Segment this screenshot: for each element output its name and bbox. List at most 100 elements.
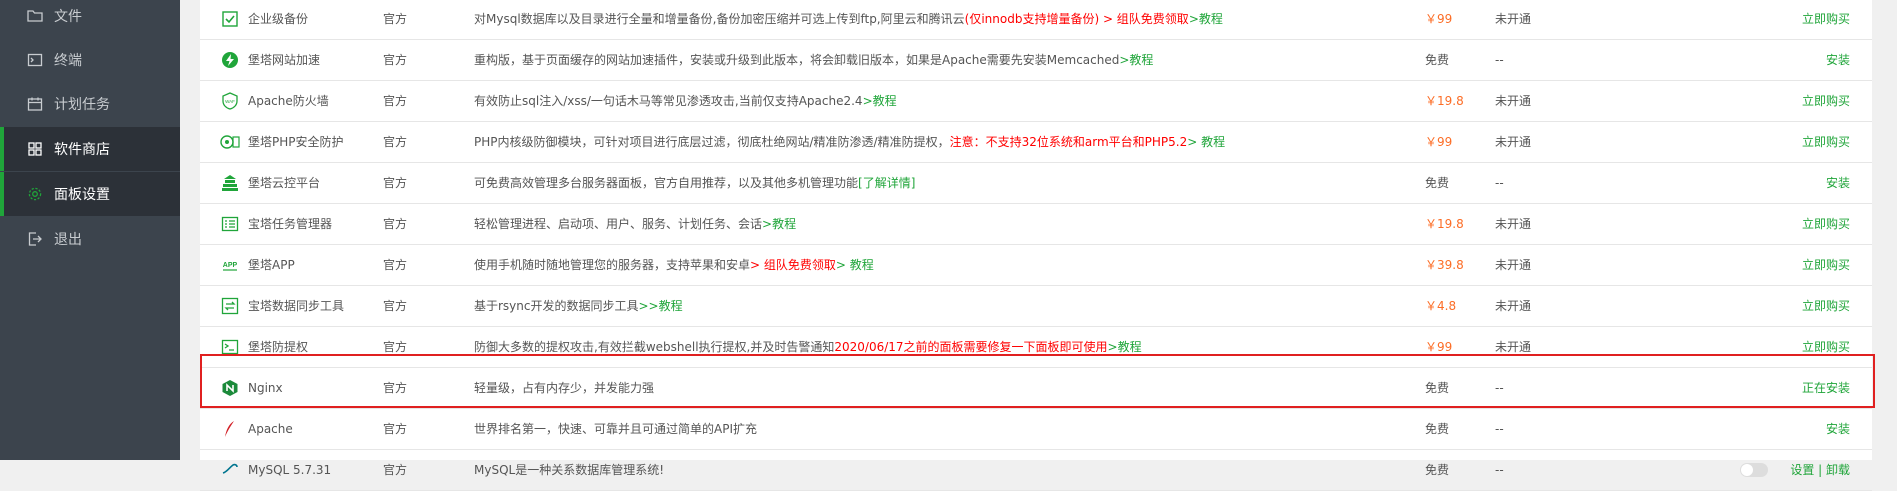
expire-status: -- — [1495, 421, 1504, 436]
price: ￥19.8 — [1425, 217, 1464, 231]
developer: 官方 — [383, 53, 408, 67]
table-row: 堡塔防提权 官方 防御大多数的提权攻击,有效拦截webshell执行提权,并及时告警… — [200, 327, 1872, 368]
action-button[interactable]: 立即购买 — [1802, 81, 1850, 120]
software-list-panel: 企业级备份 官方 对Mysql数据库以及目录进行全量和增量备份,备份加密压缩并可选上… — [200, 0, 1872, 491]
tutorial-link[interactable]: >教程 — [762, 215, 796, 232]
action-label: 立即购买 — [1801, 340, 1850, 354]
expire-status: 未开通 — [1495, 258, 1532, 272]
action-button[interactable]: 设置 | 卸载 — [1740, 450, 1850, 489]
action-button[interactable]: 立即购买 — [1802, 122, 1850, 161]
action-label: 安装 — [1825, 176, 1850, 190]
expire-status: 未开通 — [1495, 340, 1532, 354]
tutorial-link[interactable]: >>教程 — [639, 297, 683, 314]
price: 免费 — [1425, 381, 1450, 395]
developer: 官方 — [383, 12, 408, 26]
description: MySQL是一种关系数据库管理系统! — [474, 450, 664, 489]
table-row: 堡塔云控平台 官方 可免费高效管理多台服务器面板，官方自用推荐，以及其他多机管理功能… — [200, 163, 1872, 204]
description-text: 轻量级，占有内存少，并发能力强 — [474, 381, 655, 395]
action-button[interactable]: 安装 — [1826, 163, 1850, 202]
description-text: MySQL是一种关系数据库管理系统! — [474, 463, 665, 477]
software-name: 堡塔云控平台 — [248, 176, 321, 190]
notice-text[interactable]: 2020/06/17之前的面板需要修复一下面板即可使用 — [834, 338, 1107, 355]
description-text: 防御大多数的提权攻击,有效拦截webshell执行提权,并及时告警通知 — [474, 340, 835, 354]
cloud-tower-icon — [220, 163, 240, 202]
developer: 官方 — [383, 94, 408, 108]
tutorial-link[interactable]: >教程 — [1108, 338, 1142, 355]
grid-icon — [27, 141, 43, 157]
notice-text[interactable]: (仅innodb支持增量备份) > 组队免费领取 — [965, 10, 1189, 27]
waf-icon: WAF — [220, 81, 240, 120]
table-row: WAF Apache防火墙 官方 有效防止sql注入/xss/一句话木马等常见渗透攻击… — [200, 81, 1872, 122]
sidebar-item-cron[interactable]: 计划任务 — [0, 82, 180, 126]
software-name: Apache防火墙 — [248, 94, 329, 108]
developer: 官方 — [383, 299, 408, 313]
sidebar: 文件 终端 计划任务 软件商店 面板设置 退出 — [0, 0, 180, 460]
developer: 官方 — [383, 340, 408, 354]
price: ￥99 — [1425, 340, 1453, 354]
software-name: 堡塔PHP安全防护 — [248, 135, 344, 149]
action-label: 正在安装 — [1801, 381, 1850, 395]
expire-status: 未开通 — [1495, 12, 1532, 26]
sidebar-item-files[interactable]: 文件 — [0, 0, 180, 38]
tutorial-link[interactable]: [了解详情] — [858, 174, 915, 191]
nginx-icon — [220, 368, 240, 407]
sidebar-item-label: 面板设置 — [54, 187, 110, 203]
description: 重构版，基于页面缓存的网站加速插件，安装或升级到此版本，将会卸载旧版本，如果是A… — [474, 40, 1153, 79]
tutorial-link[interactable]: > 教程 — [836, 256, 874, 273]
description-text: 对Mysql数据库以及目录进行全量和增量备份,备份加密压缩并可选上传到ftp,阿… — [474, 12, 965, 26]
description: 轻量级，占有内存少，并发能力强 — [474, 368, 654, 407]
action-button[interactable]: 立即购买 — [1802, 286, 1850, 325]
tutorial-link[interactable]: > 教程 — [1187, 133, 1225, 150]
sync-icon — [220, 286, 240, 325]
description: 使用手机随时随地管理您的服务器，支持苹果和安卓 > 组队免费领取 > 教程 — [474, 245, 874, 284]
task-list-icon — [220, 204, 240, 243]
sidebar-item-label: 终端 — [54, 53, 82, 69]
home-display-toggle[interactable] — [1740, 462, 1769, 477]
action-button[interactable]: 安装 — [1826, 40, 1850, 79]
tutorial-link[interactable]: >教程 — [1119, 51, 1153, 68]
action-button[interactable]: 立即购买 — [1802, 327, 1850, 366]
sidebar-item-settings[interactable]: 面板设置 — [0, 172, 180, 216]
svg-text:APP: APP — [223, 262, 238, 269]
mysql-icon — [220, 450, 240, 489]
lightning-icon — [220, 40, 240, 79]
action-label: 设置 | 卸载 — [1790, 463, 1850, 477]
sidebar-item-label: 计划任务 — [54, 97, 110, 113]
table-row: Apache 官方 世界排名第一，快速、可靠并且可通过简单的API扩充 免费 -- 安装 — [200, 409, 1872, 450]
terminal-shield-icon — [220, 327, 240, 366]
description-text: 世界排名第一，快速、可靠并且可通过简单的API扩充 — [474, 422, 757, 436]
expire-status: 未开通 — [1495, 135, 1532, 149]
price: ￥99 — [1425, 12, 1453, 26]
tutorial-link[interactable]: >教程 — [863, 92, 897, 109]
notice-text[interactable]: 注意：不支持32位系统和arm平台和PHP5.2 — [950, 133, 1188, 150]
description: PHP内核级防御模块，可针对项目进行底层过滤，彻底杜绝网站/精准防渗透/精准防提… — [474, 122, 1225, 161]
notice-text[interactable]: > 组队免费领取 — [750, 256, 836, 273]
developer: 官方 — [383, 381, 408, 395]
action-button[interactable]: 立即购买 — [1802, 0, 1850, 38]
table-row: 堡塔PHP安全防护 官方 PHP内核级防御模块，可针对项目进行底层过滤，彻底杜绝网站… — [200, 122, 1872, 163]
description: 轻松管理进程、启动项、用户、服务、计划任务、会话 >教程 — [474, 204, 796, 243]
table-row: 宝塔数据同步工具 官方 基于rsync开发的数据同步工具 >>教程 ￥4.8 未开通 立即… — [200, 286, 1872, 327]
developer: 官方 — [383, 258, 408, 272]
expire-status: -- — [1495, 462, 1504, 477]
app-icon: APP — [220, 245, 240, 284]
expire-status: 未开通 — [1495, 299, 1532, 313]
sidebar-item-store[interactable]: 软件商店 — [0, 127, 180, 171]
terminal-icon — [27, 52, 43, 68]
action-button[interactable]: 正在安装 — [1802, 368, 1850, 407]
folder-icon — [27, 8, 43, 24]
software-name: 宝塔数据同步工具 — [248, 299, 345, 313]
action-button[interactable]: 立即购买 — [1802, 204, 1850, 243]
tutorial-link[interactable]: >教程 — [1189, 10, 1223, 27]
description-text: 可免费高效管理多台服务器面板，官方自用推荐，以及其他多机管理功能 — [474, 176, 859, 190]
action-button[interactable]: 立即购买 — [1802, 245, 1850, 284]
table-row: 企业级备份 官方 对Mysql数据库以及目录进行全量和增量备份,备份加密压缩并可选上… — [200, 0, 1872, 40]
action-button[interactable]: 安装 — [1826, 409, 1850, 448]
calendar-icon — [27, 96, 43, 112]
developer: 官方 — [383, 217, 408, 231]
description: 世界排名第一，快速、可靠并且可通过简单的API扩充 — [474, 409, 757, 448]
sidebar-item-logout[interactable]: 退出 — [0, 217, 180, 261]
action-label: 立即购买 — [1801, 12, 1850, 26]
sidebar-item-terminal[interactable]: 终端 — [0, 38, 180, 82]
gear-icon — [27, 186, 43, 202]
